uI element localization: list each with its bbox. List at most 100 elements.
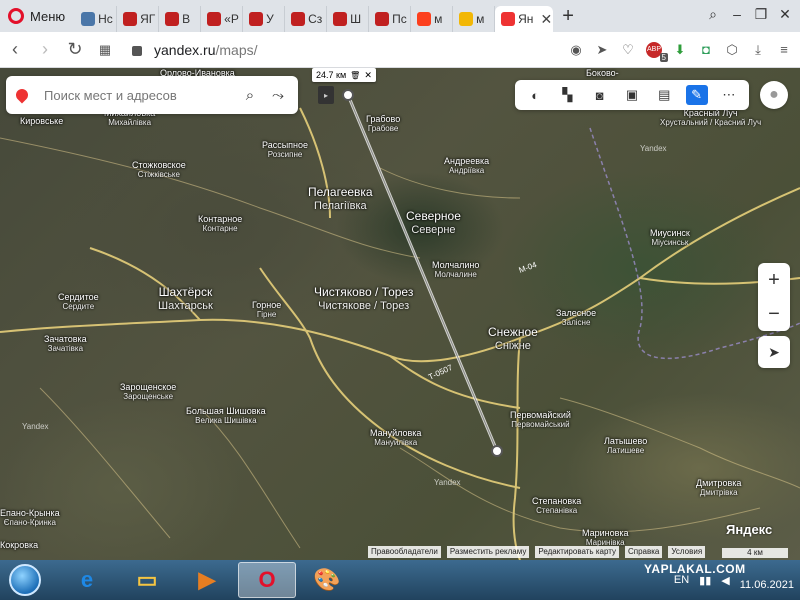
address-bar: ‹ › ↻ ▦ yandex.ru/maps/ ◉ ➤ ♡ ABP 5 ⬇ ◘ ⬡… (0, 32, 800, 68)
browser-tab[interactable]: «Р (201, 6, 244, 32)
town-label: Латышево Латишеве (604, 436, 648, 456)
taskbar-app-button[interactable]: ▶ (178, 562, 236, 598)
town-label: Дмитровка Дмитрівка (696, 478, 742, 498)
user-avatar[interactable]: ● (760, 81, 788, 109)
footer-link-copyright[interactable]: Правообладатели (368, 546, 441, 558)
cube-icon[interactable]: ⬡ (724, 42, 740, 58)
panorama-icon[interactable]: ◙ (589, 85, 611, 105)
town-label: Кокровка (0, 540, 39, 550)
tab-label: м (434, 12, 443, 26)
speed-dial-icon[interactable]: ▦ (90, 42, 120, 58)
close-icon[interactable]: ✕ (364, 70, 372, 81)
town-label: Горное Гірне (252, 300, 282, 320)
tab-label: м (476, 12, 485, 26)
tab-label: «Р (224, 12, 239, 26)
opera-menu-button[interactable]: Меню (0, 0, 75, 32)
reload-button[interactable]: ↻ (60, 39, 90, 60)
ruler-icon[interactable]: ✎ (685, 85, 708, 105)
easy-setup-icon[interactable]: ≡ (776, 42, 792, 58)
search-tabs-icon[interactable]: ⌕ (702, 6, 724, 23)
new-tab-button[interactable]: + (553, 5, 583, 28)
close-tab-icon[interactable]: ✕ (540, 11, 552, 28)
yaplakal-icon (165, 12, 180, 26)
window-controls: ⌕ – ❐ ✕ (702, 0, 800, 28)
vk-icon (81, 12, 96, 26)
ruler-start-point[interactable] (342, 89, 354, 101)
town-label: Молчалино Молчалине (432, 260, 480, 280)
date: 11.06.2021 (739, 579, 794, 592)
browser-tab[interactable]: Нс (75, 6, 118, 32)
url-path: /maps/ (215, 41, 258, 58)
map-footer: Правообладатели Разместить рекламу Редак… (368, 546, 706, 558)
map-type-icon[interactable]: ▚ (556, 85, 578, 105)
back-button[interactable]: ‹ (0, 39, 30, 60)
restore-button[interactable]: ❐ (750, 6, 772, 23)
town-label: Стожковское Стіжківське (132, 160, 186, 180)
taskbar-app-button[interactable]: ▭ (118, 562, 176, 598)
town-label: Северное Северне (406, 209, 461, 236)
footer-link-help[interactable]: Справка (624, 546, 663, 558)
opera-taskbar-icon: O (258, 567, 276, 592)
zoom-in-button[interactable]: + (758, 263, 790, 297)
ruler-collapse-button[interactable]: ▸ (318, 86, 334, 104)
search-input[interactable] (44, 87, 232, 103)
downloads-icon[interactable]: ⤓ (750, 42, 766, 58)
geolocation-button[interactable]: ➤ (758, 336, 790, 368)
camera-icon[interactable]: ◉ (568, 42, 584, 58)
lock-icon (132, 45, 142, 56)
footer-link-advertise[interactable]: Разместить рекламу (446, 546, 530, 558)
layers-icon[interactable]: ◐ (524, 85, 546, 105)
adblock-icon[interactable]: ABP 5 (646, 41, 668, 62)
internet-explorer-icon: e (80, 567, 94, 592)
print-icon[interactable]: ▤ (653, 85, 675, 105)
footer-link-terms[interactable]: Условия (668, 546, 706, 558)
tab-label: Ш (350, 12, 362, 26)
tab-bar: Меню Нс ЯГ В «Р У Сз Ш Пс м м Ян ✕ + (0, 0, 800, 32)
taskbar-app-button[interactable]: 🎨 (298, 562, 356, 598)
town-label: Шахтёрск Шахтарськ (158, 285, 213, 312)
search-icon[interactable]: ⌕ (240, 87, 260, 104)
map-toolbar: ◐ ▚ ◙ ▣ ▤ ✎ ⋯ (515, 80, 749, 110)
map-watermark: Yandex (434, 478, 461, 487)
forward-button[interactable]: › (30, 39, 60, 60)
transport-icon[interactable]: ▣ (621, 85, 643, 105)
footer-link-edit-map[interactable]: Редактировать карту (535, 546, 619, 558)
more-icon[interactable]: ⋯ (718, 85, 740, 105)
start-button[interactable] (0, 560, 50, 600)
town-label: Мануйловка Мануйлівка (370, 428, 422, 448)
browser-tab[interactable]: Пс (369, 6, 412, 32)
browser-tab[interactable]: ЯГ (117, 6, 160, 32)
paint-icon: 🎨 (313, 567, 341, 592)
browser-tab[interactable]: У (243, 6, 286, 32)
ruler-end-point[interactable] (491, 445, 503, 457)
tab-label: Ян (518, 12, 534, 26)
map-canvas[interactable]: М-04 Т-0507 Кировське МихайловкаМихайлів… (0, 68, 800, 560)
town-label: Мариновка Маринівка (582, 528, 629, 548)
taskbar-app-button[interactable]: O (238, 562, 296, 598)
download-extension-icon[interactable]: ⬇ (672, 42, 688, 58)
browser-tab[interactable]: м (453, 6, 496, 32)
town-label: Андреевка Андріївка (444, 156, 490, 176)
minimize-button[interactable]: – (726, 6, 748, 22)
trash-icon[interactable]: 🗑 (350, 71, 360, 80)
town-label: Залесное Залісне (556, 308, 597, 328)
send-icon[interactable]: ➤ (594, 42, 610, 58)
browser-tab[interactable]: Сз (285, 6, 328, 32)
browser-tab[interactable]: Ян ✕ (495, 6, 554, 32)
heart-icon[interactable]: ♡ (620, 42, 636, 58)
url-field[interactable]: yandex.ru/maps/ (132, 42, 568, 58)
yaplakal-icon (375, 12, 390, 26)
route-icon[interactable]: ⤳ (268, 87, 288, 104)
yaplakal-icon (291, 12, 306, 26)
clock[interactable]: 11.06.2021 (740, 567, 794, 592)
browser-tab[interactable]: м (411, 6, 454, 32)
browser-tab[interactable]: В (159, 6, 202, 32)
town-label: Первомайский Первомайський (510, 410, 571, 430)
vpn-extension-icon[interactable]: ◘ (698, 42, 714, 58)
taskbar-app-button[interactable]: e (58, 562, 116, 598)
yandex-icon (417, 12, 432, 26)
zoom-out-button[interactable]: − (758, 297, 790, 331)
browser-tab[interactable]: Ш (327, 6, 370, 32)
close-window-button[interactable]: ✕ (774, 6, 796, 23)
yaplakal-icon (207, 12, 222, 26)
